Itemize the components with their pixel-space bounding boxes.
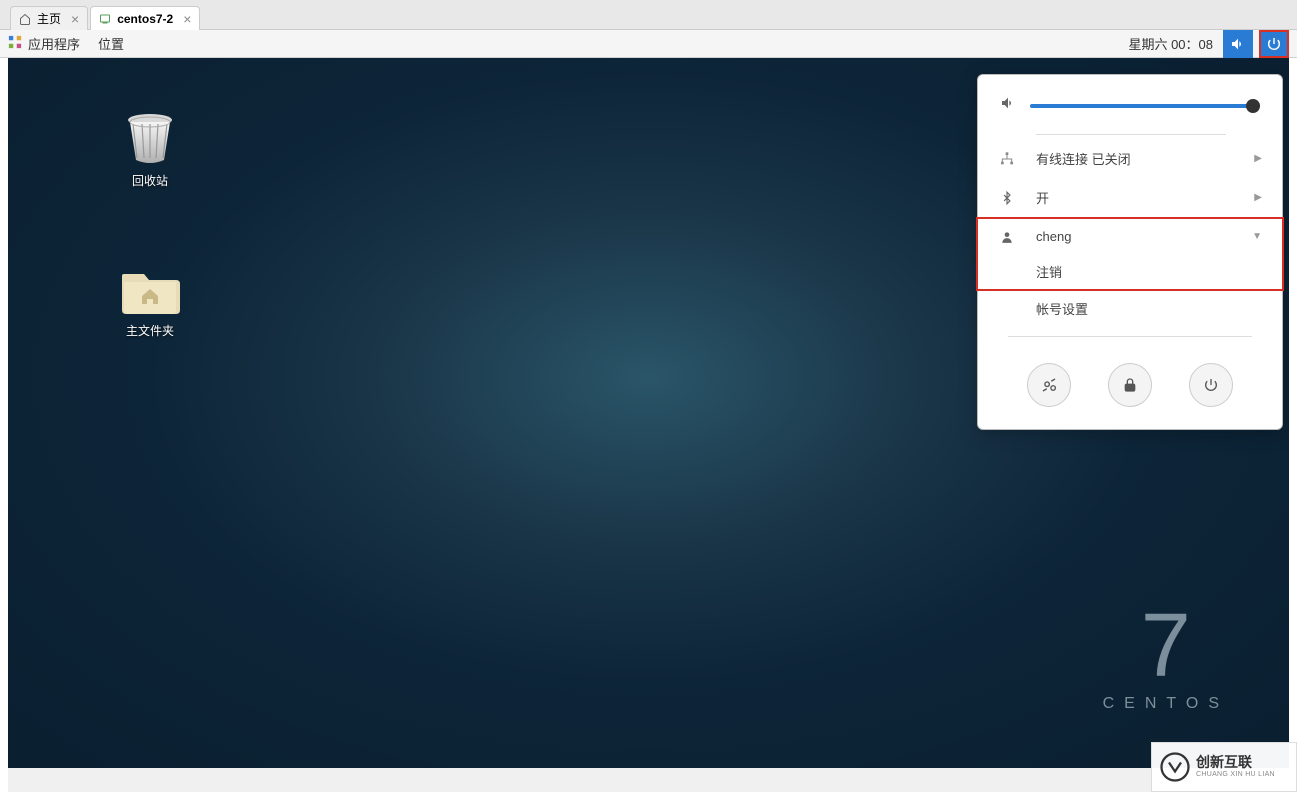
centos-version: 7 xyxy=(1103,606,1229,687)
trash-icon xyxy=(118,110,182,166)
chevron-down-icon: ▼ xyxy=(1252,231,1262,242)
power-button[interactable] xyxy=(1189,363,1233,407)
action-row xyxy=(978,347,1282,429)
vm-tab-bar: 主页 × centos7-2 × xyxy=(0,0,1297,30)
watermark-zh: 创新互联 xyxy=(1196,754,1275,771)
volume-knob[interactable] xyxy=(1246,99,1260,113)
vm-icon xyxy=(99,13,111,25)
home-folder-icon xyxy=(118,260,182,316)
gnome-left: 应用程序 位置 xyxy=(8,34,124,53)
datetime[interactable]: 星期六 00：08 xyxy=(1128,34,1213,53)
bluetooth-icon xyxy=(998,191,1016,205)
watermark: 创新互联 CHUANG XIN HU LIAN xyxy=(1151,742,1297,792)
watermark-logo-icon xyxy=(1160,752,1190,782)
volume-row xyxy=(978,75,1282,130)
chevron-right-icon: ▶ xyxy=(1254,153,1262,164)
trash-label: 回收站 xyxy=(100,172,200,189)
applications-menu[interactable]: 应用程序 xyxy=(8,34,80,53)
desktop-icon-trash[interactable]: 回收站 xyxy=(100,110,200,189)
close-icon[interactable]: × xyxy=(71,11,79,27)
bottom-strip xyxy=(8,768,1289,792)
user-section-highlight: cheng ▼ 注销 xyxy=(976,217,1284,291)
desktop-icon-home[interactable]: 主文件夹 xyxy=(100,260,200,339)
tab-home[interactable]: 主页 × xyxy=(10,6,88,30)
centos-brand: 7 CENTOS xyxy=(1103,606,1229,713)
volume-tray-icon[interactable] xyxy=(1223,30,1253,58)
system-menu: 有线连接 已关闭 ▶ 开 ▶ cheng ▼ 注销 帐号设置 xyxy=(977,74,1283,430)
tab-vm[interactable]: centos7-2 × xyxy=(90,6,200,30)
places-menu[interactable]: 位置 xyxy=(98,34,124,53)
user-row[interactable]: cheng ▼ xyxy=(978,219,1282,254)
bluetooth-label: 开 xyxy=(1036,188,1254,207)
tab-vm-label: centos7-2 xyxy=(117,12,173,26)
lock-button[interactable] xyxy=(1108,363,1152,407)
user-icon xyxy=(998,230,1016,244)
close-icon[interactable]: × xyxy=(183,11,191,27)
tab-home-label: 主页 xyxy=(37,10,61,27)
desktop[interactable]: 回收站 主文件夹 7 CENTOS 有线连接 已关闭 ▶ xyxy=(8,58,1289,768)
watermark-text: 创新互联 CHUANG XIN HU LIAN xyxy=(1196,754,1275,779)
settings-button[interactable] xyxy=(1027,363,1071,407)
user-label: cheng xyxy=(1036,229,1252,244)
home-folder-label: 主文件夹 xyxy=(100,322,200,339)
power-tray-icon[interactable] xyxy=(1259,30,1289,58)
home-icon xyxy=(19,13,31,25)
gnome-top-panel: 应用程序 位置 星期六 00：08 xyxy=(0,30,1297,58)
network-row[interactable]: 有线连接 已关闭 ▶ xyxy=(978,139,1282,178)
network-icon xyxy=(998,151,1016,167)
divider xyxy=(1036,134,1226,135)
bluetooth-row[interactable]: 开 ▶ xyxy=(978,178,1282,217)
speaker-icon xyxy=(1000,95,1016,116)
centos-name: CENTOS xyxy=(1103,695,1229,713)
divider xyxy=(1008,336,1252,337)
applications-label: 应用程序 xyxy=(28,34,80,53)
watermark-en: CHUANG XIN HU LIAN xyxy=(1196,771,1275,779)
account-settings-item[interactable]: 帐号设置 xyxy=(978,291,1282,326)
chevron-right-icon: ▶ xyxy=(1254,192,1262,203)
gnome-right: 星期六 00：08 xyxy=(1128,30,1289,58)
applications-icon xyxy=(8,35,22,52)
logout-item[interactable]: 注销 xyxy=(978,254,1282,289)
volume-slider[interactable] xyxy=(1030,104,1260,108)
network-label: 有线连接 已关闭 xyxy=(1036,149,1254,168)
